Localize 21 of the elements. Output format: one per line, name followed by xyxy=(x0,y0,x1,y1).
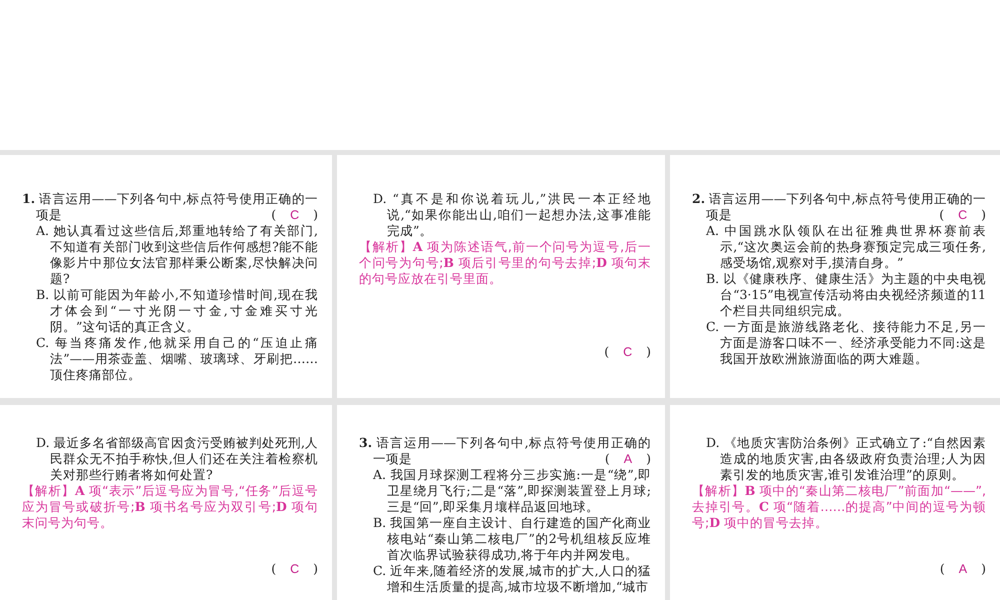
option-text: D. 《地质灾害防治条例》正式确立了:“自然因素造成的地质灾害,由各级政府负责治理;人为因素引发的地质灾害,谁引发谁治理”的原则。 xyxy=(705,435,986,483)
option-text: A. 我国月球探测工程将分三步实施:一是“绕”,即卫星绕月飞行;二是“落”,即探测装置登上月球;三是“回”,即采集月壤样品返回地球。 xyxy=(372,467,651,515)
answer-mark: ( A ) xyxy=(940,561,986,577)
option-text: C. 每当疼痛发作,他就采用自己的“压迫止痛法”——用茶壶盖、烟嘴、玻璃球、牙刷把……顶住疼痛部位。 xyxy=(35,335,318,383)
option-text: C. 一方面是旅游线路老化、接待能力不足,另一方面是游客口味不一、经济承受能力不同:这是我国开放欧洲旅游面临的两大难题。 xyxy=(705,319,986,367)
question-text: 3. 语言运用——下列各句中,标点符号使用正确的一项是 ( A ) xyxy=(359,435,651,467)
option-text: A. 中国跳水队领队在出征雅典世界杯赛前表示,“这次奥运会前的热身赛预定完成三项任务,感受场馆,观察对手,摸清自身。” xyxy=(705,223,986,271)
question-text: 1. 语言运用——下列各句中,标点符号使用正确的一项是 ( C ) xyxy=(22,191,318,223)
option-text: A. 她认真看过这些信后,郑重地转给了有关部门,不知道有关部门收到这些信后作何感想?能不能像影片中那位女法官那样秉公断案,尽快解决问题? xyxy=(35,223,318,287)
analysis-text: 【解析】A 项为陈述语气,前一个问号为逗号,后一个问号为句号;B 项后引号里的句号去掉;D 项句末的句号应放在引号里面。 xyxy=(359,239,651,287)
option-text: B. 以《健康秩序、健康生活》为主题的中央电视台“3·15”电视宣传活动将由央视经济频道的11个栏目共同组织完成。 xyxy=(705,271,986,319)
option-text: D. 最近多名省部级高官因贪污受贿被判处死刑,人民群众无不拍手称快,但人们还在关注着检察机关对那些行贿者将如何处置? xyxy=(35,435,318,483)
option-text: D. “真不是和你说着玩儿,”洪民一本正经地说,“如果你能出山,咱们一起想办法,这事准能完成”。 xyxy=(372,191,651,239)
question-text: 2. 语言运用——下列各句中,标点符号使用正确的一项是 ( C ) xyxy=(692,191,986,223)
option-text: C. 近年来,随着经济的发展,城市的扩大,人口的猛增和生活质量的提高,城市垃圾不断增加,“城市 xyxy=(372,563,651,595)
option-text: B. 以前可能因为年龄小,不知道珍惜时间,现在我才体会到“一寸光阴一寸金,寸金难买寸光阴。”这句话的真正含义。 xyxy=(35,287,318,335)
answer-mark: ( C ) xyxy=(604,344,651,360)
option-text: B. 我国第一座自主设计、自行建造的国产化商业核电站“秦山第二核电厂”的2号机组核反应堆首次临界试验获得成功,将于年内并网发电。 xyxy=(372,515,651,563)
analysis-text: 【解析】A 项“表示”后逗号应为冒号,“任务”后逗号应为冒号或破折号;B 项书名号应为双引号;D 项句末问号为句号。 xyxy=(22,483,318,531)
answer-mark: ( C ) xyxy=(271,561,318,577)
analysis-text: 【解析】B 项中的“秦山第二核电厂”前面加“——”,去掉引号。C 项“随着……的提高”中间的逗号为顿号;D 项中的冒号去掉。 xyxy=(692,483,986,531)
